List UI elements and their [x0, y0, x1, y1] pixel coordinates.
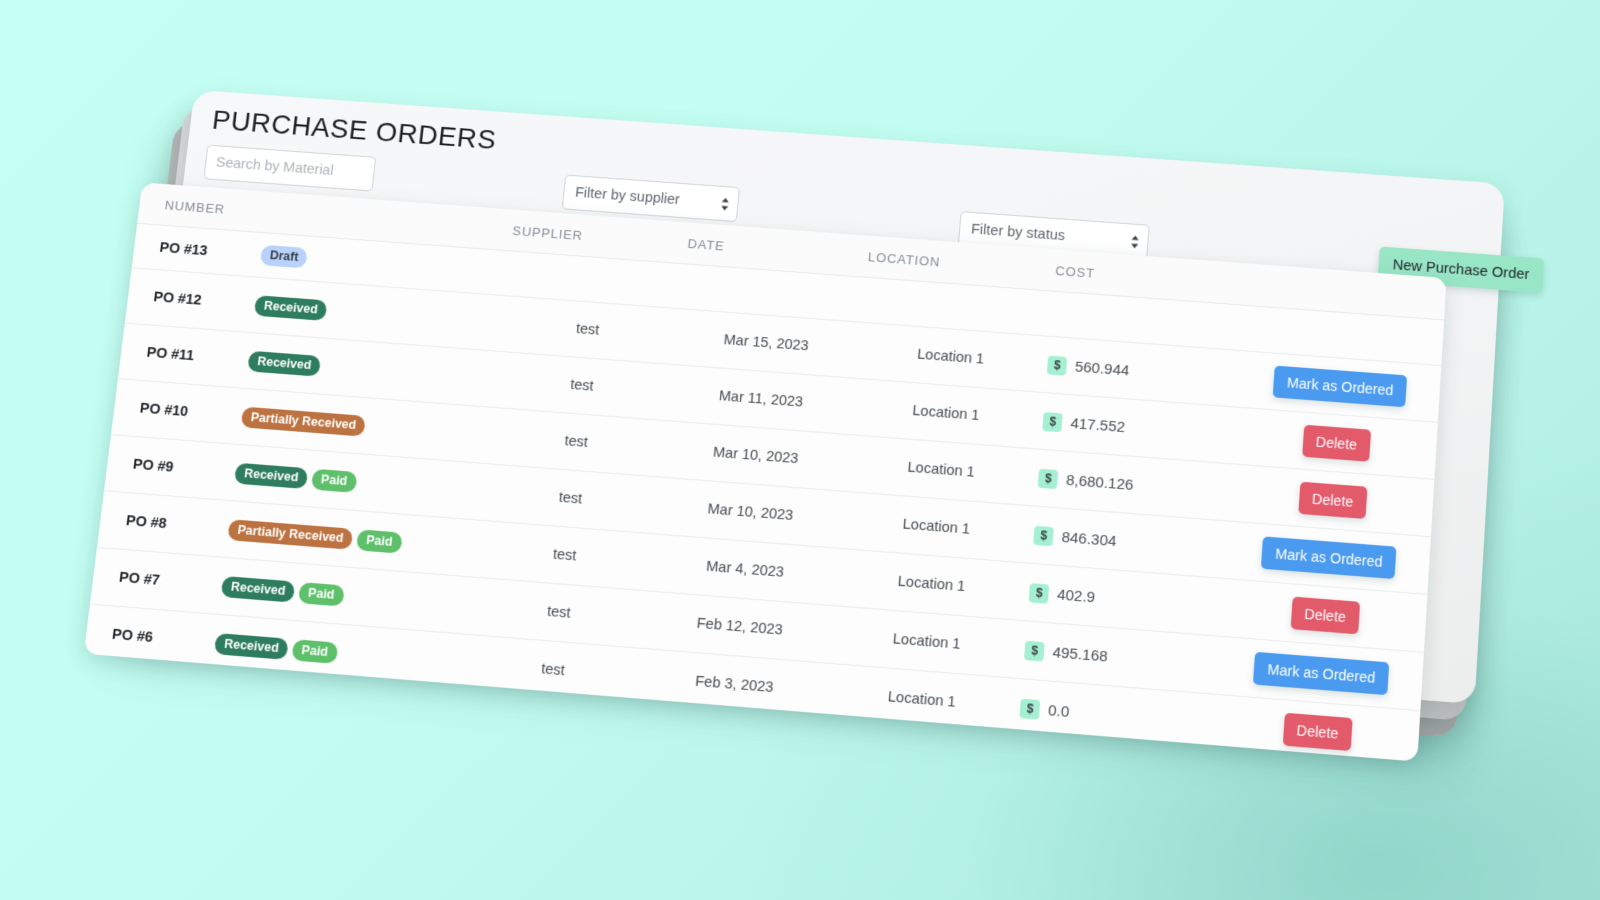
status-badge: Partially Received	[241, 406, 366, 436]
po-number-label: PO #9	[132, 457, 174, 476]
cost-value-group: $8,680.126	[1038, 468, 1234, 502]
chevron-up-down-icon	[706, 195, 730, 211]
cell-location: Location 1	[847, 435, 1041, 506]
scene-stage: PURCHASE ORDERS Filter by supplier Filte…	[0, 0, 1600, 900]
po-number-label: PO #12	[153, 289, 203, 308]
status-badge: Draft	[260, 245, 308, 269]
cost-amount-label: 846.304	[1061, 528, 1117, 549]
dollar-sign-icon: $	[1047, 355, 1068, 375]
dollar-sign-icon: $	[1015, 756, 1036, 761]
cost-amount-label: 495.168	[1052, 643, 1108, 665]
cell-po-number: PO #12	[125, 268, 259, 333]
tilted-card-scene: PURCHASE ORDERS Filter by supplier Filte…	[133, 90, 1505, 704]
search-input[interactable]	[203, 145, 376, 192]
delete-button[interactable]: Delete	[1298, 482, 1368, 519]
cell-po-number: PO #10	[111, 379, 245, 445]
cell-date: Dec 22, 2022	[637, 707, 827, 762]
cell-cost: $846.304	[1032, 506, 1237, 579]
status-badge: Received	[247, 350, 321, 376]
cell-status-badges	[205, 672, 463, 750]
status-filter-label: Filter by status	[971, 222, 1066, 244]
cell-location: Location 1	[822, 722, 1018, 762]
cell-location: Location 1	[852, 378, 1045, 449]
cell-action: Delete	[1237, 465, 1434, 537]
cell-date: Mar 4, 2023	[654, 534, 842, 606]
cell-date: Mar 10, 2023	[665, 421, 852, 492]
status-badge: Paid	[311, 468, 357, 492]
cell-supplier: Amazon	[458, 692, 643, 762]
po-number-label: PO #13	[159, 240, 209, 259]
cost-value-group: $0.0	[1015, 756, 1213, 761]
cell-cost: $8,680.126	[1037, 449, 1242, 521]
mark-as-ordered-button[interactable]: Mark as Ordered	[1261, 536, 1397, 579]
status-badge: Paid	[298, 582, 344, 607]
cost-value-group: $560.944	[1047, 355, 1242, 388]
cell-status-badges: Partially ReceivedPaid	[225, 501, 481, 577]
status-badge: Partially Received	[228, 519, 354, 550]
dollar-sign-icon: $	[1038, 468, 1059, 488]
cell-action: Delete	[1229, 579, 1427, 652]
cell-date: Mar 10, 2023	[660, 477, 848, 548]
cell-location: Location 1	[837, 549, 1032, 621]
cell-cost: $402.9	[1027, 563, 1233, 637]
cost-value-group: $846.304	[1034, 525, 1230, 559]
cell-po-number	[84, 661, 212, 729]
delete-button[interactable]: Delete	[1290, 597, 1360, 635]
cell-action: Mark as Ordered	[1245, 351, 1441, 422]
cost-amount-label: 8,680.126	[1065, 471, 1134, 493]
cell-action: Mark as Ordered	[1233, 522, 1431, 595]
cell-po-number: PO #8	[97, 491, 232, 558]
cost-value-group: $402.9	[1029, 583, 1226, 618]
cost-value-group: $495.168	[1024, 640, 1221, 675]
dollar-sign-icon: $	[1024, 640, 1045, 661]
cell-supplier: test	[488, 407, 671, 477]
dollar-sign-icon: $	[1034, 525, 1055, 546]
cost-amount-label: 560.944	[1074, 358, 1130, 379]
purchase-orders-card: PURCHASE ORDERS Filter by supplier Filte…	[133, 90, 1505, 704]
cell-po-number: PO #9	[104, 435, 239, 501]
cost-amount-label: 402.9	[1056, 586, 1095, 606]
dollar-sign-icon: $	[1029, 583, 1050, 604]
status-badge: Received	[234, 462, 308, 488]
cell-cost	[1050, 291, 1252, 351]
cost-amount-label: 0.0	[1043, 760, 1066, 762]
chevron-up-down-icon	[1116, 233, 1140, 249]
cell-location: Location 1	[842, 492, 1036, 564]
supplier-filter-label: Filter by supplier	[574, 185, 680, 208]
cell-supplier: test	[482, 464, 665, 535]
cell-po-number: PO #11	[118, 323, 252, 388]
cell-cost: $560.944	[1046, 336, 1250, 407]
status-badge: Received	[254, 295, 328, 321]
mark-as-ordered-button[interactable]: Mark as Ordered	[1273, 366, 1408, 408]
cost-value-group: $417.552	[1043, 411, 1238, 445]
po-number-label: PO #8	[125, 513, 167, 532]
po-number-label: PO #11	[146, 345, 195, 364]
po-number-label: PO #10	[139, 401, 189, 420]
